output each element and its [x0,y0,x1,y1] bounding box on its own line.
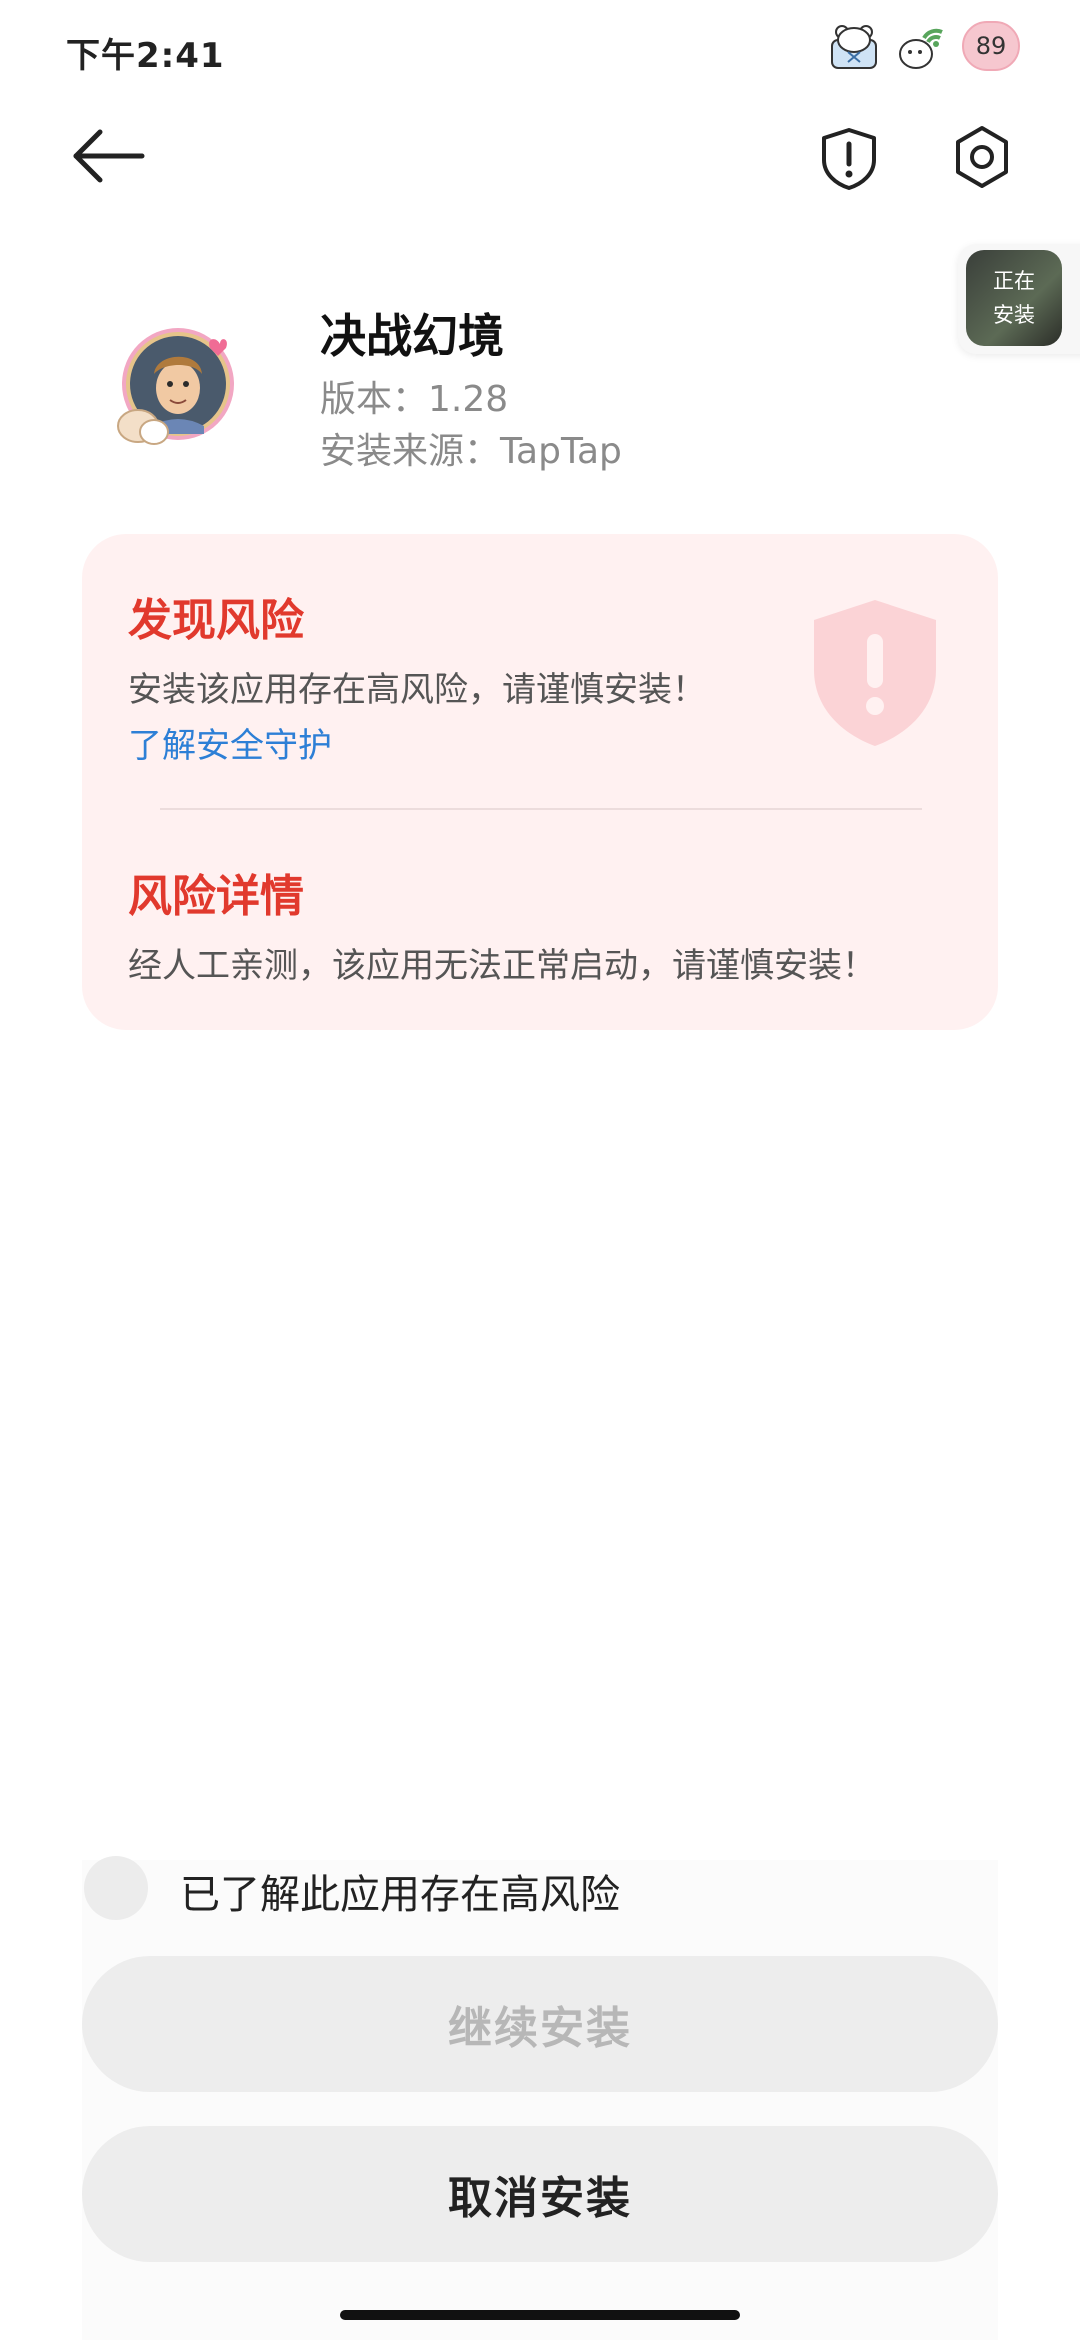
battery-icon: 89 [962,21,1020,71]
risk-description: 安装该应用存在高风险，请谨慎安装！ [128,670,706,710]
risk-detail-description: 经人工亲测，该应用无法正常启动，请谨慎安装！ [128,946,876,986]
risk-title: 发现风险 [128,595,304,646]
app-version: 版本：1.28 [320,379,509,420]
status-icons: 89 [826,18,1020,74]
installing-label-line1: 正在 [993,269,1035,293]
security-guard-link[interactable]: 了解安全守护 [128,718,332,767]
settings-button[interactable] [950,124,1014,190]
acknowledge-label[interactable]: 已了解此应用存在高风险 [180,1862,620,1920]
back-button[interactable] [72,126,146,186]
risk-detail-title: 风险详情 [128,871,304,922]
home-indicator[interactable] [340,2310,740,2320]
app-name: 决战幻境 [320,309,504,363]
risk-card: 发现风险 安装该应用存在高风险，请谨慎安装！ 了解安全守护 风险详情 经人工亲测… [82,534,998,1030]
installing-label-line2: 安装 [993,303,1035,327]
app-icon [117,328,234,445]
shield-alert-icon [822,128,876,190]
app-source: 安装来源：TapTap [320,431,622,472]
wifi-bear-sticker-icon [899,28,943,69]
cancel-install-button[interactable]: 取消安装 [82,2126,998,2262]
installing-thumbnail: 正在 安装 [966,250,1062,346]
acknowledge-checkbox[interactable] [84,1856,148,1920]
battery-level: 89 [975,32,1007,60]
bear-sticker-icon [831,25,877,69]
risk-shield-icon [814,600,936,746]
arrow-left-icon [73,129,145,183]
bottom-panel [82,1860,998,2340]
risk-divider [160,808,922,810]
gear-icon [956,126,1008,188]
status-time: 下午2:41 [66,36,225,76]
security-button[interactable] [818,126,880,190]
installing-floating-tag[interactable]: 正在 安装 [958,244,1080,354]
continue-install-button[interactable]: 继续安装 [82,1956,998,2092]
